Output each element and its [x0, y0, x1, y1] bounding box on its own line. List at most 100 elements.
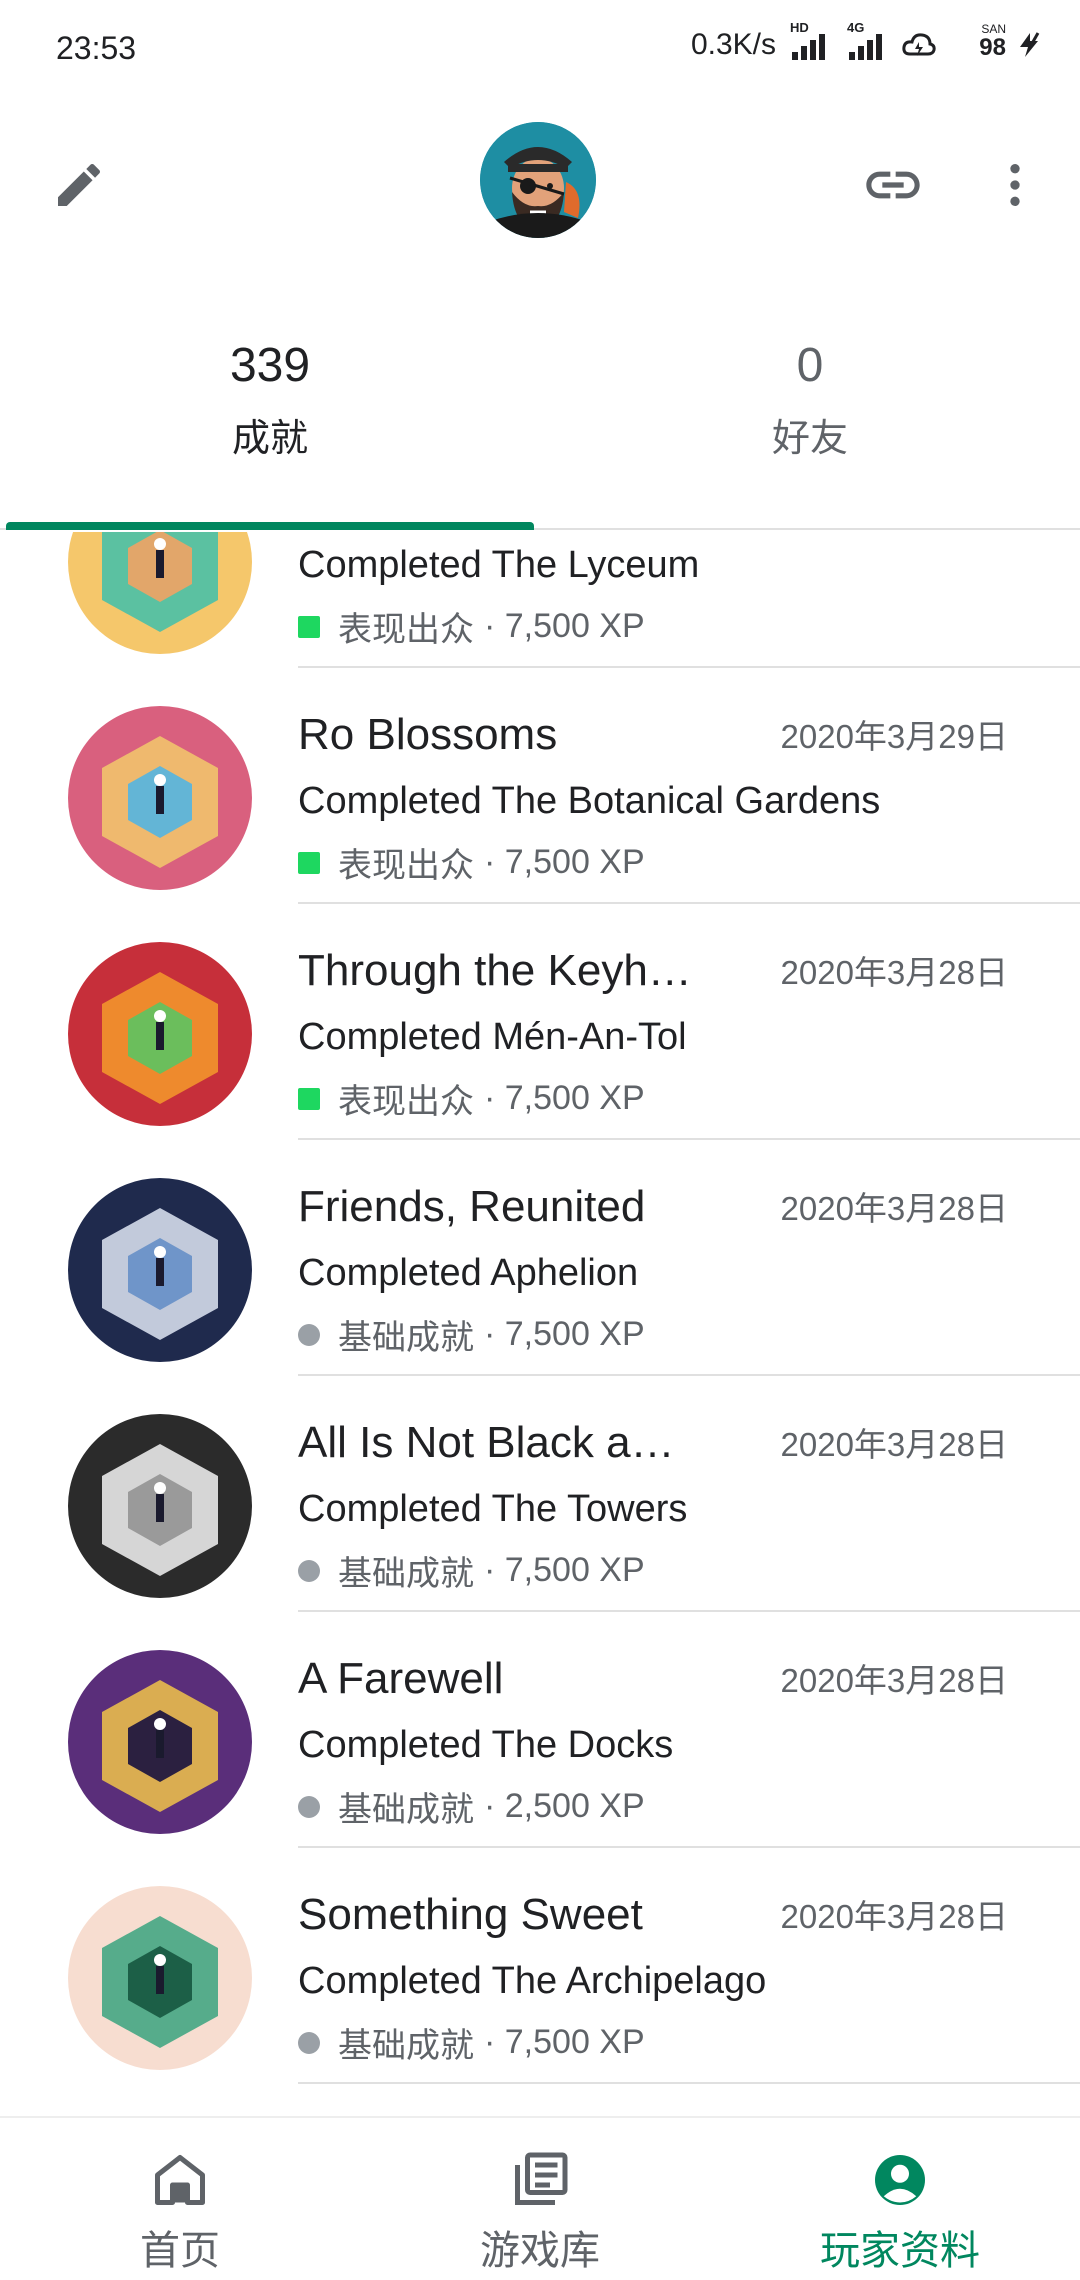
library-icon	[515, 2152, 568, 2205]
achievement-thumbnail	[68, 706, 252, 890]
achievement-rarity: 基础成就	[338, 1791, 474, 1829]
nav-profile[interactable]: 玩家资料	[720, 2118, 1080, 2280]
signal-hd-icon: HD	[790, 20, 825, 60]
list-item[interactable]: All Is Not Black a… 2020年3月28日 Completed…	[0, 1376, 1080, 1612]
share-link-button[interactable]	[858, 150, 928, 220]
achievement-art	[68, 1650, 252, 1834]
status-time: 23:53	[56, 30, 137, 66]
nav-library-label: 游戏库	[480, 2229, 600, 2273]
achievement-xp: · 7,500 XP	[484, 843, 645, 881]
achievement-date: 2020年3月28日	[780, 1190, 1008, 1227]
list-item[interactable]: Through the Keyh… 2020年3月28日 Completed M…	[0, 904, 1080, 1140]
rarity-dot-icon	[298, 1559, 320, 1582]
achievement-xp: · 2,500 XP	[484, 1787, 645, 1825]
achievement-subtitle: Completed The Botanical Gardens	[298, 780, 881, 822]
achievement-thumbnail	[68, 1650, 252, 1834]
achievement-title: Something Sweet	[298, 1890, 643, 1939]
tab-friends[interactable]: 0 好友	[540, 320, 1080, 530]
nav-profile-label: 玩家资料	[820, 2229, 980, 2273]
tab-achievements[interactable]: 339 成就	[0, 320, 540, 530]
achievement-subtitle: Completed The Lyceum	[298, 544, 700, 586]
achievement-thumbnail	[68, 1178, 252, 1362]
achievement-rarity: 基础成就	[338, 1555, 474, 1593]
achievement-xp: · 7,500 XP	[484, 1551, 645, 1589]
more-options-button[interactable]	[980, 150, 1050, 220]
achievement-date: 2020年3月28日	[780, 1662, 1008, 1699]
nav-home-label: 首页	[140, 2229, 220, 2273]
list-item[interactable]: Completed The Lyceum 表现出众 · 7,500 XP	[0, 532, 1080, 668]
more-vert-icon	[1010, 164, 1020, 206]
achievement-title: A Farewell	[298, 1654, 504, 1703]
achievement-title: Ro Blossoms	[298, 710, 558, 759]
avatar[interactable]	[480, 122, 596, 238]
edit-profile-button[interactable]	[44, 150, 114, 220]
home-icon	[155, 2155, 205, 2205]
achievement-art	[68, 706, 252, 890]
achievement-subtitle: Completed The Archipelago	[298, 1960, 767, 2002]
achievement-date: 2020年3月28日	[780, 1426, 1008, 1463]
achievement-xp: · 7,500 XP	[484, 2023, 645, 2061]
achievement-meta: 表现出众 · 7,500 XP	[298, 602, 645, 651]
achievements-count: 339	[229, 339, 311, 392]
achievement-subtitle: Completed Mén-An-Tol	[298, 1016, 687, 1058]
cloud-icon	[902, 33, 936, 56]
status-icons: 0.3K/s HD 4G SAN 98	[691, 20, 1044, 62]
list-item[interactable]: Friends, Reunited 2020年3月28日 Completed A…	[0, 1140, 1080, 1376]
achievement-xp: · 7,500 XP	[484, 1315, 645, 1353]
achievement-thumbnail	[68, 532, 252, 654]
achievement-date: 2020年3月28日	[780, 954, 1008, 991]
rarity-square-icon	[298, 851, 320, 874]
achievement-thumbnail	[68, 1414, 252, 1598]
pirate-avatar-icon	[480, 122, 596, 238]
list-item[interactable]	[0, 2084, 1080, 2116]
achievement-meta: 基础成就 · 2,500 XP	[298, 1782, 645, 1831]
achievement-title: Friends, Reunited	[298, 1182, 646, 1231]
bottom-navigation: 首页 游戏库 玩家资料	[0, 2116, 1080, 2280]
achievement-xp: · 7,500 XP	[484, 1079, 645, 1117]
achievement-art	[68, 532, 252, 654]
nav-library[interactable]: 游戏库	[360, 2118, 720, 2280]
friends-count: 0	[796, 339, 824, 392]
tab-achievements-label: 成就	[231, 418, 308, 460]
achievement-date: 2020年3月28日	[780, 1898, 1008, 1935]
profile-tabs: 339 成就 0 好友	[0, 320, 1080, 530]
achievement-rarity: 表现出众	[338, 847, 474, 885]
achievement-subtitle: Completed Aphelion	[298, 1252, 639, 1294]
pencil-icon	[58, 163, 101, 206]
achievement-subtitle: Completed The Docks	[298, 1724, 674, 1766]
battery-indicator: SAN 98	[979, 22, 1006, 61]
achievement-meta: 基础成就 · 7,500 XP	[298, 2018, 645, 2067]
list-item[interactable]: Ro Blossoms 2020年3月29日 Completed The Bot…	[0, 668, 1080, 904]
charging-icon	[1020, 32, 1040, 57]
achievement-thumbnail	[68, 942, 252, 1126]
tab-indicator	[6, 522, 534, 530]
achievement-art	[68, 942, 252, 1126]
achievement-meta: 表现出众 · 7,500 XP	[298, 1074, 645, 1123]
achievement-xp: · 7,500 XP	[484, 607, 645, 645]
achievement-title: All Is Not Black a…	[298, 1418, 675, 1467]
account-circle-icon	[875, 2155, 925, 2205]
list-item[interactable]: Something Sweet 2020年3月28日 Completed The…	[0, 1848, 1080, 2084]
rarity-square-icon	[298, 1087, 320, 1110]
achievement-meta: 基础成就 · 7,500 XP	[298, 1546, 645, 1595]
achievement-title: Through the Keyh…	[298, 946, 692, 995]
achievement-rarity: 表现出众	[338, 1083, 474, 1121]
achievement-rarity: 基础成就	[338, 1319, 474, 1357]
signal-4g-icon: 4G	[847, 20, 882, 60]
link-icon	[866, 171, 920, 199]
achievement-date: 2020年3月29日	[780, 718, 1008, 755]
nav-home[interactable]: 首页	[0, 2118, 360, 2280]
list-item[interactable]: A Farewell 2020年3月28日 Completed The Dock…	[0, 1612, 1080, 1848]
status-bar: 23:53 0.3K/s HD 4G SAN 98	[0, 0, 1080, 100]
rarity-dot-icon	[298, 2031, 320, 2054]
achievement-rarity: 基础成就	[338, 2027, 474, 2065]
achievement-rarity: 表现出众	[338, 611, 474, 649]
achievement-thumbnail	[68, 1886, 252, 2070]
achievements-list[interactable]: Completed The Lyceum 表现出众 · 7,500 XP Ro …	[0, 532, 1080, 2116]
achievement-art	[68, 1414, 252, 1598]
rarity-square-icon	[298, 615, 320, 638]
achievement-art	[68, 1178, 252, 1362]
rarity-dot-icon	[298, 1795, 320, 1818]
achievement-meta: 表现出众 · 7,500 XP	[298, 838, 645, 887]
achievement-meta: 基础成就 · 7,500 XP	[298, 1310, 645, 1359]
